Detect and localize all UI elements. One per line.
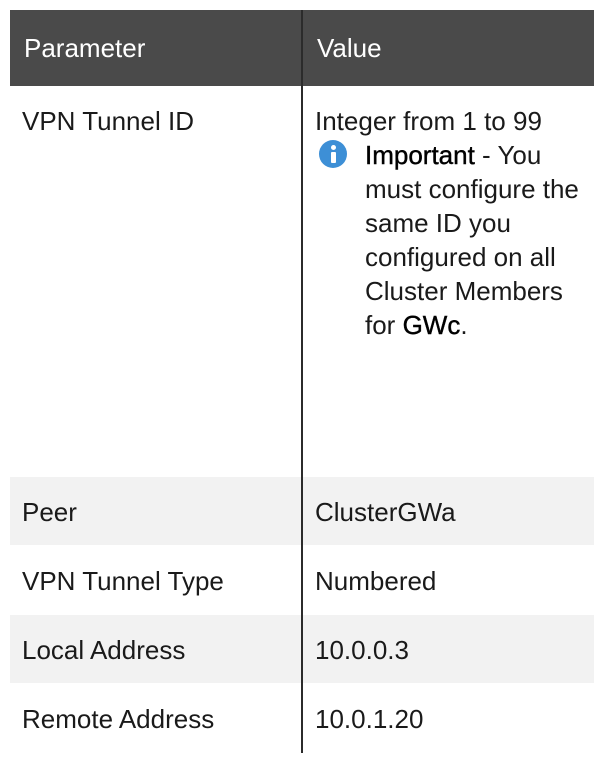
table-row: VPN Tunnel ID Integer from 1 to 99 Impor… — [10, 86, 594, 477]
table-header-row: Parameter Value — [10, 10, 594, 86]
cell-value: Integer from 1 to 99 Important - You mus… — [301, 86, 594, 477]
cell-value: Numbered — [301, 545, 594, 615]
info-icon — [319, 140, 347, 168]
cell-value: ClusterGWa — [301, 476, 594, 546]
cell-parameter: Local Address — [10, 614, 302, 684]
note-label: Important — [365, 140, 475, 170]
cell-parameter: Remote Address — [10, 683, 302, 753]
table-row: Remote Address 10.0.1.20 — [10, 683, 594, 753]
note-target: GWc — [402, 310, 461, 340]
column-header-value: Value — [301, 10, 594, 86]
table-row: Peer ClusterGWa — [10, 476, 594, 546]
table-row: Local Address 10.0.0.3 — [10, 614, 594, 684]
cell-parameter: VPN Tunnel Type — [10, 545, 302, 615]
cell-parameter: Peer — [10, 476, 302, 546]
note-text-block: Important - You must configure the same … — [365, 138, 582, 342]
parameters-table: Parameter Value VPN Tunnel ID Integer fr… — [10, 10, 594, 753]
parameters-table-container: Parameter Value VPN Tunnel ID Integer fr… — [10, 10, 594, 753]
table-row: VPN Tunnel Type Numbered — [10, 545, 594, 615]
cell-value: 10.0.0.3 — [301, 614, 594, 684]
value-text: Integer from 1 to 99 — [315, 106, 542, 136]
note-end: . — [460, 310, 468, 340]
cell-parameter: VPN Tunnel ID — [10, 86, 302, 477]
note-body: You must configure the same ID you confi… — [365, 140, 579, 340]
cell-value: 10.0.1.20 — [301, 683, 594, 753]
important-note: Important - You must configure the same … — [315, 138, 582, 342]
column-header-parameter: Parameter — [10, 10, 303, 86]
note-dash: - — [474, 140, 498, 170]
